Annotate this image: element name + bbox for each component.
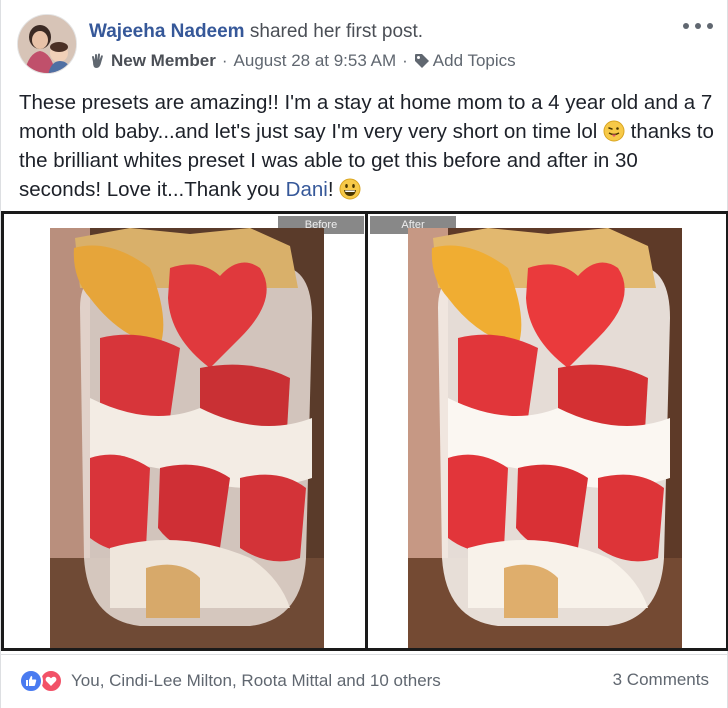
before-photo <box>50 228 324 648</box>
reactions-summary[interactable]: You, Cindi-Lee Milton, Roota Mittal and … <box>19 669 441 693</box>
post-header: Wajeeha Nadeem shared her first post. <box>89 20 423 44</box>
reactions-text: You, Cindi-Lee Milton, Roota Mittal and … <box>71 671 441 690</box>
after-photo <box>408 228 682 648</box>
before-panel: Before <box>4 214 364 648</box>
more-options-button[interactable] <box>683 16 713 36</box>
post-photo[interactable]: Before After <box>1 211 728 651</box>
more-horizontal-icon <box>683 23 689 29</box>
post-footer: You, Cindi-Lee Milton, Roota Mittal and … <box>1 654 728 708</box>
post-text-part: ! <box>327 178 340 201</box>
post-card: Wajeeha Nadeem shared her first post. Ne… <box>0 0 728 708</box>
more-horizontal-icon <box>695 23 701 29</box>
add-topics-link[interactable]: Add Topics <box>433 50 516 72</box>
new-member-badge[interactable]: New Member <box>111 50 216 72</box>
meta-separator: · <box>221 51 228 70</box>
post-timestamp[interactable]: August 28 at 9:53 AM <box>234 50 397 72</box>
post-meta: New Member · August 28 at 9:53 AM · Add … <box>89 50 516 72</box>
like-icon <box>19 669 43 693</box>
mention-link[interactable]: Dani <box>286 178 328 201</box>
after-panel: After <box>368 214 726 648</box>
avatar[interactable] <box>17 14 77 74</box>
more-horizontal-icon <box>707 23 713 29</box>
waving-hand-icon <box>92 53 103 68</box>
tongue-out-emoji <box>603 120 625 142</box>
author-name[interactable]: Wajeeha Nadeem <box>89 21 245 42</box>
avatar-image <box>18 15 76 73</box>
author-action: shared her first post. <box>244 21 424 42</box>
meta-separator: · <box>402 51 408 70</box>
tag-icon <box>414 54 429 68</box>
grinning-emoji <box>339 178 361 200</box>
comments-count-link[interactable]: 3 Comments <box>613 670 709 690</box>
post-body: These presets are amazing!! I'm a stay a… <box>19 88 719 204</box>
